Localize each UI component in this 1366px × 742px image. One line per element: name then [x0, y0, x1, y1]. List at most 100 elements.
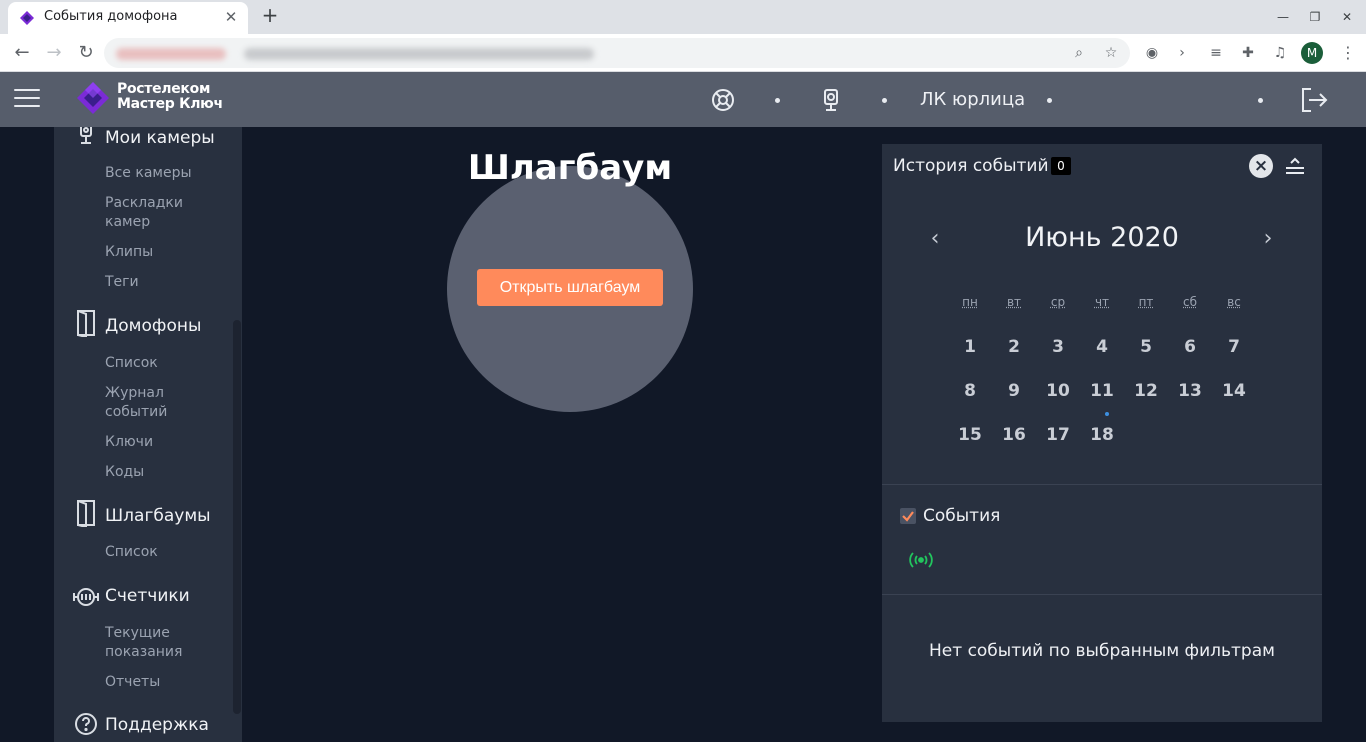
logo-icon: [77, 82, 109, 114]
tab-title: События домофона: [44, 9, 178, 24]
events-filter-checkbox[interactable]: [900, 508, 916, 524]
sidebar-section-barriers[interactable]: Шлагбаумы: [54, 500, 242, 531]
address-bar[interactable]: ⌕ ☆: [104, 38, 1130, 68]
sidebar-item-list[interactable]: Список: [105, 354, 225, 373]
calendar-day[interactable]: 9: [992, 381, 1036, 401]
calendar-day[interactable]: 5: [1124, 337, 1168, 357]
sidebar-section-intercoms[interactable]: Домофоны: [54, 310, 242, 341]
browser-toolbar: ← → ↻ ⌕ ☆ ◉ › ≡ ✚ ♫ M ⋮: [0, 34, 1366, 72]
calendar-day[interactable]: 7: [1212, 337, 1256, 357]
separator-dot: [1047, 98, 1052, 103]
tab-close-icon[interactable]: ✕: [220, 6, 242, 28]
events-filter-label[interactable]: События: [923, 506, 1000, 526]
calendar-day[interactable]: 13: [1168, 381, 1212, 401]
broadcast-icon[interactable]: [908, 550, 934, 570]
sidebar-section-meters[interactable]: Счетчики: [54, 585, 242, 609]
profile-avatar[interactable]: M: [1301, 42, 1323, 64]
open-barrier-button[interactable]: Открыть шлагбаум: [477, 269, 663, 306]
calendar-day[interactable]: 1: [948, 337, 992, 357]
account-label[interactable]: ЛК юрлица: [920, 89, 1025, 110]
media-icon[interactable]: ♫: [1270, 43, 1290, 63]
sidebar-scrollbar[interactable]: [233, 320, 241, 714]
reading-list-icon[interactable]: ≡: [1206, 43, 1226, 63]
sidebar-item-event-log[interactable]: Журнал событий: [105, 384, 225, 422]
camera-icon: [80, 127, 92, 144]
calendar-day[interactable]: 6: [1168, 337, 1212, 357]
sidebar-item-barrier-list[interactable]: Список: [105, 543, 225, 562]
calendar-day[interactable]: 4: [1080, 337, 1124, 357]
prev-month-icon[interactable]: ‹: [925, 228, 945, 250]
sidebar-item-codes[interactable]: Коды: [105, 463, 225, 482]
calendar-day-today[interactable]: 11: [1080, 381, 1124, 401]
restore-icon[interactable]: ❐: [1306, 8, 1324, 26]
sidebar-section-label: Счетчики: [105, 586, 190, 606]
sidebar-section-cameras[interactable]: Мои камеры: [54, 127, 242, 151]
events-panel-title: История событий: [893, 156, 1049, 176]
sidebar-item-tags[interactable]: Теги: [105, 273, 225, 292]
calendar-day[interactable]: 3: [1036, 337, 1080, 357]
weekday-label: чт: [1094, 295, 1110, 309]
collapse-icon[interactable]: [1284, 156, 1306, 176]
forward-icon[interactable]: →: [42, 41, 66, 65]
calendar-day[interactable]: 8: [948, 381, 992, 401]
weekday-label: пн: [962, 295, 978, 309]
sidebar-item-keys[interactable]: Ключи: [105, 433, 225, 452]
support-lifebuoy-icon[interactable]: [711, 88, 735, 112]
sidebar: Мои камеры Все камеры Раскладки камер Кл…: [54, 127, 242, 742]
calendar-month: Июнь 2020: [1025, 222, 1179, 253]
window-close-icon[interactable]: ✕: [1338, 8, 1356, 26]
events-panel: История событий 0 × ‹ Июнь 2020 › пн вт …: [882, 144, 1322, 722]
logo-text[interactable]: Ростелеком Мастер Ключ: [117, 82, 223, 112]
sidebar-item-layouts[interactable]: Раскладки камер: [105, 194, 225, 232]
new-tab-button[interactable]: +: [258, 4, 282, 28]
checkmark-icon: [902, 511, 914, 522]
calendar-day[interactable]: 15: [948, 425, 992, 445]
sidebar-item-all-cameras[interactable]: Все камеры: [105, 164, 225, 183]
extension-arrow-icon[interactable]: ›: [1172, 43, 1192, 63]
separator-dot: [1258, 98, 1263, 103]
back-icon[interactable]: ←: [10, 41, 34, 65]
weekday-label: вт: [1006, 295, 1022, 309]
url-redacted: [116, 48, 226, 60]
calendar-day[interactable]: 16: [992, 425, 1036, 445]
reload-icon[interactable]: ↻: [74, 41, 98, 65]
sidebar-section-support[interactable]: Поддержка: [54, 713, 242, 740]
browser-tabbar: События домофона ✕ + — ❐ ✕: [0, 0, 1366, 34]
calendar-day[interactable]: 10: [1036, 381, 1080, 401]
weekday-label: пт: [1138, 295, 1154, 309]
day-marker-dot: [1105, 412, 1109, 416]
sidebar-section-label: Поддержка: [105, 715, 209, 735]
menu-icon[interactable]: [14, 89, 40, 109]
app-header: Ростелеком Мастер Ключ ЛК юрлица: [0, 72, 1366, 127]
browser-menu-icon[interactable]: ⋮: [1340, 43, 1356, 63]
calendar-day[interactable]: 14: [1212, 381, 1256, 401]
events-count-badge: 0: [1051, 157, 1071, 175]
sidebar-section-label: Домофоны: [105, 316, 202, 336]
door-icon: [77, 310, 95, 337]
next-month-icon[interactable]: ›: [1258, 228, 1278, 250]
camera-icon[interactable]: [819, 88, 843, 112]
logout-icon[interactable]: [1300, 86, 1328, 114]
zoom-icon[interactable]: ⌕: [1070, 44, 1088, 62]
meter-icon: [73, 588, 99, 606]
calendar-day[interactable]: 2: [992, 337, 1036, 357]
sidebar-item-reports[interactable]: Отчеты: [105, 673, 225, 692]
separator-dot: [882, 98, 887, 103]
extension-icon[interactable]: ◉: [1142, 43, 1162, 63]
divider: [882, 594, 1322, 595]
browser-tab[interactable]: События домофона ✕: [8, 2, 248, 34]
door-icon: [77, 500, 95, 527]
star-icon[interactable]: ☆: [1102, 44, 1120, 62]
puzzle-icon[interactable]: ✚: [1238, 43, 1258, 63]
minimize-icon[interactable]: —: [1274, 8, 1292, 26]
divider: [882, 484, 1322, 485]
sidebar-item-clips[interactable]: Клипы: [105, 243, 225, 262]
weekday-label: вс: [1227, 295, 1241, 309]
calendar-day[interactable]: 17: [1036, 425, 1080, 445]
calendar-day[interactable]: 18: [1080, 425, 1124, 445]
page-title: Шлагбаум: [467, 148, 673, 188]
calendar-day[interactable]: 12: [1124, 381, 1168, 401]
close-icon[interactable]: ×: [1249, 154, 1273, 178]
sidebar-section-label: Мои камеры: [105, 128, 215, 148]
sidebar-item-current-readings[interactable]: Текущие показания: [105, 624, 225, 662]
